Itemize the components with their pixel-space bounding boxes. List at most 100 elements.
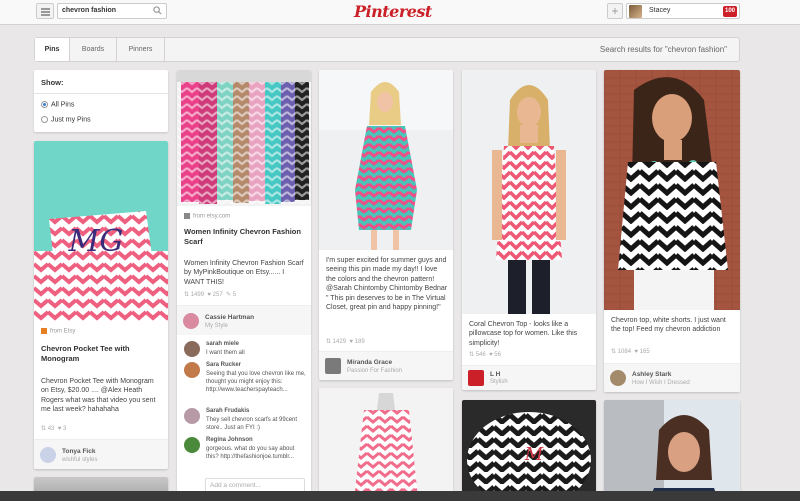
repin-count: 546: [475, 352, 486, 358]
search-value: chevron fashion: [62, 7, 117, 14]
comment-user[interactable]: Sarah Frudakis: [206, 408, 249, 414]
repin-icon: ⇅: [184, 292, 190, 298]
etsy-icon: [41, 328, 47, 334]
pin-card[interactable]: MG from Etsy Chevron Pocket Tee with Mon…: [34, 141, 168, 469]
heart-icon: ♥: [634, 349, 638, 355]
radio-selected-icon[interactable]: [41, 101, 48, 108]
comment-user[interactable]: Sara Rucker: [206, 362, 241, 368]
pin-source-label: from etsy.com: [193, 213, 231, 220]
repin-count: 1429: [332, 339, 347, 345]
pin-card[interactable]: [319, 388, 453, 501]
avatar[interactable]: [325, 358, 341, 374]
filter-just-my-pins-label: Just my Pins: [51, 116, 91, 124]
like-count: 3: [62, 426, 67, 432]
pin-description: Coral Chevron Top - looks like a pillowc…: [469, 321, 578, 347]
avatar[interactable]: [40, 447, 56, 463]
pin-description: Women Infinity Chevron Fashion Scarf by …: [184, 260, 304, 286]
pin-title[interactable]: Chevron Pocket Tee with Monogram: [41, 344, 161, 364]
search-icon[interactable]: [153, 6, 162, 15]
avatar[interactable]: [184, 408, 200, 424]
avatar[interactable]: [184, 437, 200, 453]
avatar[interactable]: [468, 370, 484, 386]
board-name[interactable]: Passion For Fashion: [347, 368, 402, 374]
comment-user[interactable]: Regina Johnson: [206, 437, 253, 443]
filter-all-pins[interactable]: All Pins: [41, 101, 74, 108]
pin-image[interactable]: [319, 388, 453, 501]
pinner-name[interactable]: Ashley Stark: [632, 371, 671, 378]
pin-source[interactable]: from Etsy: [41, 328, 75, 335]
pin-card[interactable]: Coral Chevron Top - looks like a pillowc…: [462, 70, 596, 390]
pin-footer[interactable]: Cassie Hartman My Style: [177, 305, 311, 335]
pinner-name[interactable]: L H: [490, 371, 500, 378]
pin-image[interactable]: [604, 70, 740, 310]
heart-icon: ♥: [489, 352, 493, 358]
pin-image[interactable]: [177, 70, 311, 206]
comment-text: Seeing that you love chevron like me, th…: [206, 371, 306, 394]
pin-card[interactable]: M: [462, 400, 596, 501]
pin-description: Chevron Pocket Tee with Monogram on Etsy…: [41, 378, 156, 414]
pin-card[interactable]: [604, 400, 740, 501]
menu-icon: [41, 8, 50, 10]
pin-image[interactable]: MG: [34, 141, 168, 321]
filter-just-my-pins[interactable]: Just my Pins: [41, 116, 91, 123]
pin-source[interactable]: from etsy.com: [184, 213, 230, 220]
pin-image[interactable]: [462, 70, 596, 314]
heart-icon: ♥: [57, 426, 62, 432]
pin-footer[interactable]: L H Stylish: [462, 365, 596, 390]
radio-icon[interactable]: [41, 116, 48, 123]
pin-card[interactable]: from etsy.com Women Infinity Chevron Fas…: [177, 70, 311, 501]
menu-button[interactable]: [36, 3, 54, 19]
tab-boards[interactable]: Boards: [70, 38, 117, 61]
notification-badge[interactable]: 100: [723, 6, 737, 17]
pin-footer[interactable]: Miranda Grace Passion For Fashion: [319, 351, 453, 380]
pin-footer[interactable]: Tonya Fick wishful styles: [34, 439, 168, 469]
pinner-name[interactable]: Miranda Grace: [347, 359, 392, 366]
tab-pinners[interactable]: Pinners: [117, 38, 165, 61]
avatar[interactable]: [184, 362, 200, 378]
comment-text: I want them all: [206, 350, 245, 356]
add-pin-button[interactable]: +: [607, 3, 623, 19]
pin-description: I'm super excited for summer guys and se…: [326, 257, 448, 312]
svg-text:MG: MG: [68, 224, 124, 259]
search-input[interactable]: chevron fashion: [57, 3, 167, 19]
board-name[interactable]: My Style: [205, 323, 228, 329]
board-name[interactable]: wishful styles: [62, 457, 97, 463]
site-icon: [184, 213, 190, 219]
pinterest-logo[interactable]: Pinterest: [354, 2, 432, 21]
comment-user[interactable]: sarah miele: [206, 341, 239, 347]
user-menu-button[interactable]: Stacey 100: [626, 3, 740, 19]
avatar[interactable]: [610, 370, 626, 386]
pinner-name[interactable]: Tonya Fick: [62, 448, 95, 455]
avatar[interactable]: [184, 341, 200, 357]
pin-footer[interactable]: Ashley Stark How I Wish I Dressed: [604, 363, 740, 392]
pin-card[interactable]: I'm super excited for summer guys and se…: [319, 70, 453, 380]
pin-image[interactable]: [319, 70, 453, 250]
menu-icon-line: [41, 11, 50, 13]
board-name[interactable]: How I Wish I Dressed: [632, 380, 690, 386]
repin-count: 1084: [617, 349, 632, 355]
repin-count: 43: [47, 426, 55, 432]
pin-stats: ⇅ 1429 ♥ 189: [326, 338, 365, 345]
like-count: 257: [212, 292, 223, 298]
board-name[interactable]: Stylish: [490, 379, 508, 385]
repin-icon: ⇅: [469, 352, 475, 358]
show-filter-panel: Show: All Pins Just my Pins: [34, 70, 168, 132]
pin-source-label: from Etsy: [50, 328, 76, 335]
avatar[interactable]: [183, 313, 199, 329]
pin-card[interactable]: Chevron top, white shorts. I just want t…: [604, 70, 740, 392]
pinner-name[interactable]: Cassie Hartman: [205, 314, 254, 321]
comment-text: gorgeous. what do you say about this? ht…: [206, 446, 295, 461]
pin-description: Chevron top, white shorts. I just want t…: [611, 317, 726, 334]
heart-icon: ♥: [207, 292, 211, 298]
filter-all-pins-label: All Pins: [51, 101, 75, 109]
tab-pins[interactable]: Pins: [35, 38, 70, 61]
pin-stats: ⇅ 43 ♥ 3: [41, 425, 66, 432]
comment-count: 5: [232, 292, 237, 298]
os-taskbar: [0, 491, 800, 501]
divider: [34, 93, 168, 94]
pin-image[interactable]: M: [462, 400, 596, 501]
pin-image[interactable]: [604, 400, 740, 501]
user-avatar: [629, 5, 642, 18]
pin-title[interactable]: Women Infinity Chevron Fashion Scarf: [184, 227, 304, 247]
like-count: 189: [354, 339, 365, 345]
